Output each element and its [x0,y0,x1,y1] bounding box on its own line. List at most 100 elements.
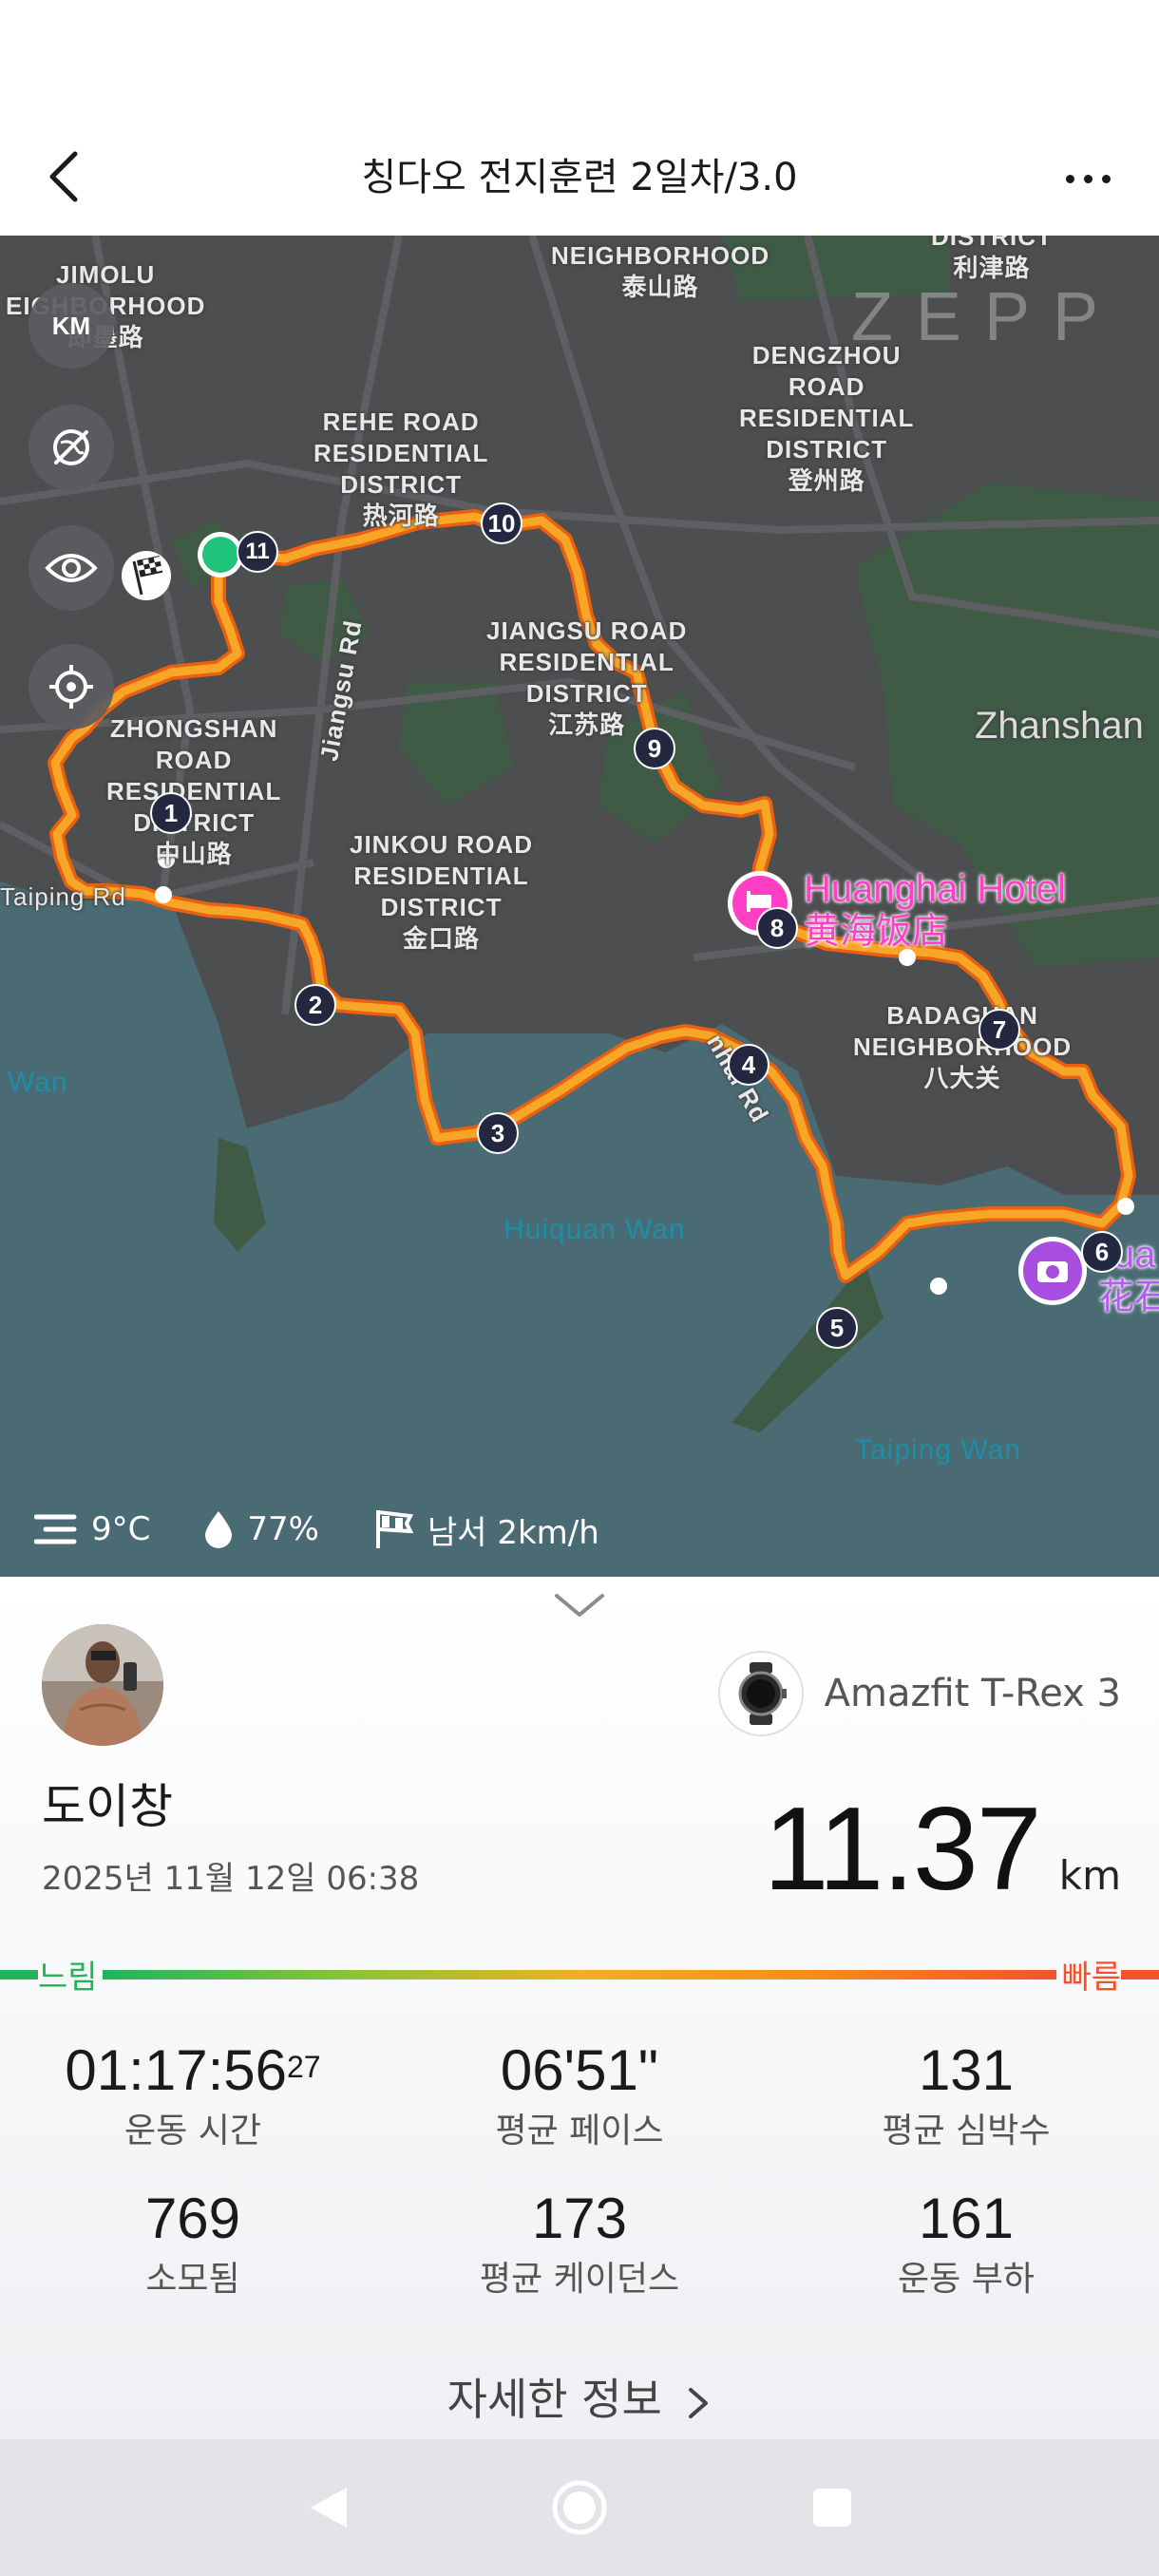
stat-avg-cadence: 173 평균 케이던스 [386,2185,773,2301]
distance-value: 11.37 [763,1784,1042,1915]
pace-gradient-bar [103,1970,1056,1979]
stat-value: 769 [144,2187,241,2250]
km-marker[interactable]: 1 [150,792,192,834]
details-button[interactable]: 자세한 정보 [0,2365,1159,2428]
humidity-drop-icon [205,1511,233,1548]
map-label-neighborhood: NEIGHBORHOOD 泰山路 [551,241,770,301]
avatar[interactable] [42,1624,163,1746]
km-marker[interactable]: 9 [634,728,675,769]
map-label-zhongshan: ZHONGSHAN ROAD RESIDENTIAL DISTRICT 中山路 [106,714,282,868]
stat-value: 161 [918,2187,1015,2250]
collapse-sheet-button[interactable] [551,1586,608,1624]
map-label-taiping-rd: Taiping Rd [0,882,126,911]
circle-home-icon [552,2480,607,2535]
map-label-district-top: DISTRICT 利津路 [931,236,1053,282]
km-marker[interactable]: 7 [978,1009,1020,1051]
stat-value-hundredths: 27 [286,2050,321,2084]
more-dot-icon [1101,174,1111,183]
stat-value: 131 [918,2038,1015,2102]
device-name: Amazfit T-Rex 3 [824,1672,1121,1715]
nav-back-button[interactable] [294,2473,363,2542]
waypoint-dot [155,886,172,903]
profile-photo [42,1624,163,1746]
recenter-button[interactable] [28,644,114,729]
system-navigation-bar [0,2439,1159,2576]
km-marker[interactable]: 2 [294,984,336,1026]
pace-legend: 느림 빠름 [0,1947,1159,2000]
map-label-badaguan: BADAGUAN NEIGHBORHOOD 八大关 [853,1001,1073,1092]
back-button[interactable] [36,141,89,213]
waypoint-dot [1117,1198,1134,1215]
route-map[interactable]: JIMOLU EIGHBORHOOD 即墨路 NEIGHBORHOOD 泰山路 … [0,236,1159,1577]
triangle-back-icon [311,2488,347,2528]
km-marker[interactable]: 11 [237,531,278,573]
start-point-icon [202,537,238,573]
stat-avg-heart-rate: 131 평균 심박수 [773,2036,1159,2152]
user-name: 도이창 [42,1779,173,1834]
nav-recents-button[interactable] [798,2473,866,2542]
distance-unit: km [1058,1852,1121,1899]
map-label-wan: Wan [8,1067,68,1098]
location-target-icon [49,665,93,709]
stat-avg-pace: 06'51" 평균 페이스 [386,2036,773,2152]
wind-flag-icon [375,1510,414,1548]
km-marker[interactable]: 8 [756,907,798,949]
eye-icon [45,554,98,582]
temperature-value: 9°C [91,1510,151,1548]
weather-wind: 남서 2km/h [372,1506,599,1553]
km-marker[interactable]: 5 [816,1307,858,1349]
details-label: 자세한 정보 [446,2374,662,2425]
pace-bar-right [1121,1970,1159,1979]
workout-summary-sheet: Amazfit T-Rex 3 도이창 2025년 11월 12일 06:38 … [0,1577,1159,2439]
status-bar-area [0,0,1159,122]
workout-date: 2025년 11월 12일 06:38 [42,1860,420,1898]
humidity-value: 77% [247,1510,319,1548]
watch-icon [717,1651,804,1736]
top-app-bar: 칭다오 전지훈련 2일차/3.0 [0,122,1159,236]
device-info: Amazfit T-Rex 3 [717,1651,1121,1736]
stat-label: 평균 케이던스 [479,2260,680,2299]
more-options-button[interactable] [1054,150,1121,207]
hide-route-button[interactable] [28,405,114,490]
weather-bar: 9°C 77% 남서 2km/h [0,1482,1159,1577]
stat-label: 운동 시간 [124,2112,261,2150]
route-hidden-icon [53,429,89,465]
stat-duration: 01:17:5627 운동 시간 [0,2036,386,2152]
temperature-icon [34,1514,77,1544]
pace-slow-label: 느림 [38,1959,98,1997]
stat-training-load: 161 운동 부하 [773,2185,1159,2301]
map-label-dengzhou: DENGZHOU ROAD RESIDENTIAL DISTRICT 登州路 [739,341,915,495]
map-label-zhanshan: Zhanshan [975,705,1144,747]
pace-fast-label: 빠름 [1061,1959,1121,1997]
chevron-left-icon [49,151,78,202]
stats-grid: 01:17:5627 운동 시간 06'51" 평균 페이스 131 평균 심박… [0,2036,1159,2301]
stat-value: 01:17:5627 [65,2038,321,2102]
km-marker[interactable]: 3 [477,1112,519,1154]
square-recents-icon [813,2489,851,2527]
stat-calories: 769 소모됨 [0,2185,386,2301]
waypoint-dot [930,1278,947,1295]
stat-label: 평균 페이스 [495,2112,664,2150]
nav-home-button[interactable] [545,2473,614,2542]
poi-label-cn: 花石 [1098,1278,1159,1317]
chevron-right-icon [689,2387,709,2418]
more-dot-icon [1083,174,1092,183]
km-marker[interactable]: 6 [1081,1231,1123,1273]
map-label-rehe: REHE ROAD RESIDENTIAL DISTRICT 热河路 [314,407,489,530]
weather-temperature: 9°C [34,1510,150,1548]
unit-toggle-button[interactable]: KM [28,283,114,369]
stat-value: 173 [531,2187,628,2250]
km-marker[interactable]: 4 [728,1044,770,1086]
map-label-jinkou: JINKOU ROAD RESIDENTIAL DISTRICT 金口路 [350,830,534,953]
wind-value: 남서 2km/h [427,1513,599,1552]
weather-humidity: 77% [203,1509,319,1549]
map-label-huiquan-wan: Huiquan Wan [504,1214,686,1245]
km-marker[interactable]: 10 [481,502,522,544]
map-label-jiangsu-district: JIANGSU ROAD RESIDENTIAL DISTRICT 江苏路 [486,616,688,739]
stat-label: 소모됨 [145,2260,240,2299]
more-dot-icon [1065,174,1074,183]
page-title: 칭다오 전지훈련 2일차/3.0 [361,156,798,199]
hotel-label[interactable]: Huanghai Hotel [804,867,1066,911]
visibility-button[interactable] [28,525,114,611]
stat-value: 06'51" [500,2038,659,2102]
